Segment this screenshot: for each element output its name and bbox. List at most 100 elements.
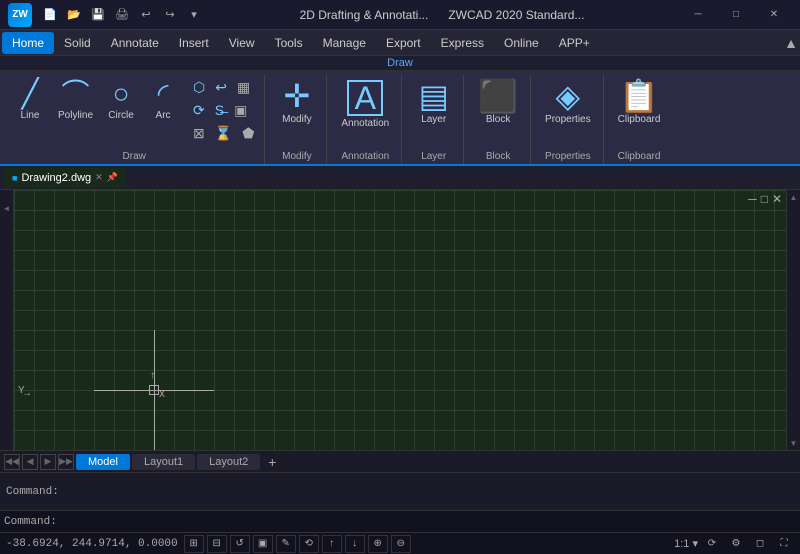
properties-group-label: Properties [545,151,591,164]
annotation-tool[interactable]: A Annotation [335,77,395,132]
menu-view[interactable]: View [219,32,265,54]
sidebar-label: ◄ [2,204,11,213]
clipboard-group-label: Clipboard [618,151,661,164]
ribbon-group-modify: ✛ Modify Modify [267,75,327,164]
scroll-up-btn[interactable]: ▲ [787,190,800,204]
undo-btn[interactable]: ↩ [136,5,156,25]
ortho-toggle[interactable]: ↺ [230,535,250,553]
ducs-toggle[interactable]: ↑ [322,535,342,553]
block-tool[interactable]: ⬛ Block [472,77,524,128]
ribbon-collapse-btn[interactable]: ▲ [784,35,798,51]
layer-label: Layer [421,114,446,125]
menu-online[interactable]: Online [494,32,549,54]
draw-extra-2[interactable]: ↩ [211,77,231,98]
circle-tool[interactable]: ○ Circle [101,77,141,124]
canvas-restore-btn[interactable]: □ [761,192,768,206]
new-btn[interactable]: 📄 [40,5,60,25]
status-btn-2[interactable]: ⚙ [726,535,746,553]
arc-icon: ◜ [158,80,169,108]
ribbon-group-block: ⬛ Block Block [466,75,531,164]
menu-insert[interactable]: Insert [169,32,219,54]
menu-manage[interactable]: Manage [313,32,376,54]
layout-add-btn[interactable]: + [262,452,282,472]
osnap-toggle[interactable]: ✎ [276,535,296,553]
layout-nav-next[interactable]: ▶ [40,454,56,470]
layout-tab-layout1[interactable]: Layout1 [132,454,195,470]
block-group-label: Block [486,151,510,164]
draw-extra-4[interactable]: ⟳ [189,100,209,121]
clipboard-tools: 📋 Clipboard [612,77,667,151]
ribbon-group-draw: ╱ Line ⌒ Polyline ○ Circle ◜ Arc [4,75,265,164]
command-input-row: Command: [0,510,800,532]
snap-toggle[interactable]: ⊟ [207,535,227,553]
status-bar: -38.6924, 244.9714, 0.0000 ⊞ ⊟ ↺ ▣ ✎ ⟲ ↑… [0,532,800,554]
annotation-group-label: Annotation [341,151,389,164]
draw-extra-8[interactable]: ⌛ [211,123,236,144]
properties-icon: ◈ [556,80,581,112]
draw-extra-7[interactable]: ⊠ [189,123,209,144]
file-tab-drawing2[interactable]: ■ Drawing2.dwg ✕ 📌 [4,168,126,188]
draw-extra-6[interactable]: ▣ [230,100,251,121]
open-btn[interactable]: 📂 [64,5,84,25]
line-tool[interactable]: ╱ Line [10,77,50,124]
status-btn-3[interactable]: ◻ [750,535,770,553]
polyline-tool[interactable]: ⌒ Polyline [52,77,99,124]
close-btn[interactable]: ✕ [756,3,792,27]
scroll-down-btn[interactable]: ▼ [787,436,800,450]
draw-extra-3[interactable]: ▦ [233,77,254,98]
layout-nav-prev[interactable]: ◀ [22,454,38,470]
qp-toggle[interactable]: ⊖ [391,535,411,553]
draw-tools: ╱ Line ⌒ Polyline ○ Circle ◜ Arc [10,77,258,151]
draw-extra-9[interactable]: ⬟ [238,123,258,144]
lw-toggle[interactable]: ⊕ [368,535,388,553]
modify-tools: ✛ Modify [276,77,317,151]
grid-toggle[interactable]: ⊞ [184,535,204,553]
menu-home[interactable]: Home [2,32,54,54]
layout-nav-first[interactable]: ◀◀ [4,454,20,470]
maximize-btn[interactable]: □ [718,3,754,27]
otrack-toggle[interactable]: ⟲ [299,535,319,553]
properties-label: Properties [545,114,591,125]
redo-btn[interactable]: ↪ [160,5,180,25]
arc-tool[interactable]: ◜ Arc [143,77,183,124]
circle-label: Circle [108,110,134,121]
ribbon-group-properties: ◈ Properties Properties [533,75,604,164]
status-btn-1[interactable]: ⟳ [702,535,722,553]
canvas-close-btn[interactable]: ✕ [772,192,782,206]
layer-tool[interactable]: ▤ Layer [413,77,455,128]
file-tab-close[interactable]: ✕ [95,172,103,183]
menu-tools[interactable]: Tools [265,32,313,54]
y-arrow: ↑ [150,370,155,381]
draw-section-label: Draw [0,56,800,71]
properties-tool[interactable]: ◈ Properties [539,77,597,128]
print-btn[interactable]: 🖨 [112,5,132,25]
minimize-btn[interactable]: ─ [680,3,716,27]
layer-icon: ▤ [419,80,449,112]
menu-express[interactable]: Express [431,32,494,54]
command-output-text: Command: [6,486,59,498]
layout-tab-model[interactable]: Model [76,454,130,470]
menu-app-plus[interactable]: APP+ [549,32,600,54]
modify-tool[interactable]: ✛ Modify [276,77,317,128]
clipboard-tool[interactable]: 📋 Clipboard [612,77,667,128]
draw-extra-5[interactable]: S̶ [211,100,228,121]
polar-toggle[interactable]: ▣ [253,535,273,553]
layout-tab-layout2[interactable]: Layout2 [197,454,260,470]
dyn-toggle[interactable]: ↓ [345,535,365,553]
save-btn[interactable]: 💾 [88,5,108,25]
draw-extra-1[interactable]: ⬡ [189,77,209,98]
menu-solid[interactable]: Solid [54,32,101,54]
menu-export[interactable]: Export [376,32,431,54]
clipboard-icon: 📋 [619,80,659,112]
main-area: ◄ ─ □ ✕ Y X → ↑ ▲ ▼ [0,190,800,450]
layout-nav-last[interactable]: ▶▶ [58,454,74,470]
annotation-icon: A [347,80,383,116]
draw-group-label: Draw [123,151,146,164]
coordinates-display: -38.6924, 244.9714, 0.0000 [6,538,178,550]
qa-more-btn[interactable]: ▾ [184,5,204,25]
canvas-minimize-btn[interactable]: ─ [748,192,757,206]
fullscreen-btn[interactable]: ⛶ [774,535,794,553]
command-input[interactable] [61,516,796,528]
menu-annotate[interactable]: Annotate [101,32,169,54]
canvas-area[interactable]: ─ □ ✕ Y X → ↑ [14,190,786,450]
